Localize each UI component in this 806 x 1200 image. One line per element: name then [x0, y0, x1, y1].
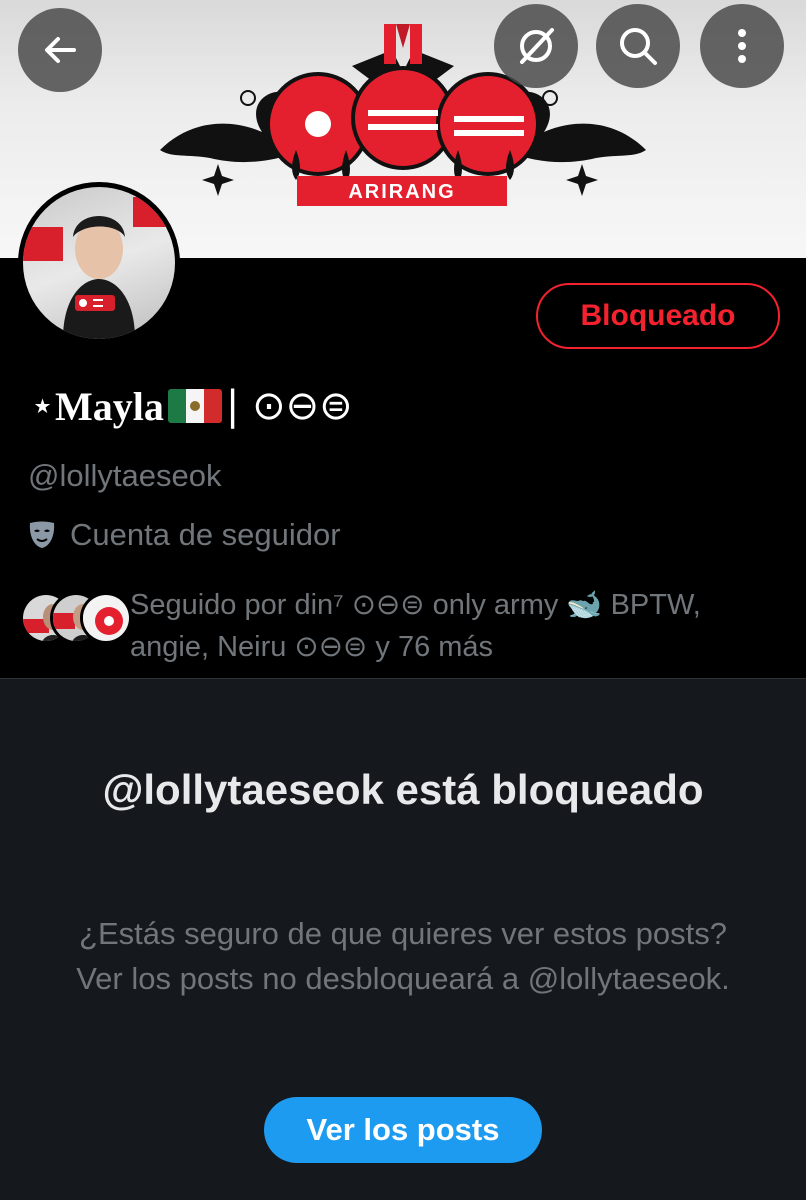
account-type[interactable]: Cuenta de seguidor [28, 517, 341, 553]
mexico-flag-icon [167, 389, 222, 423]
profile-handle: @lollytaeseok [28, 458, 222, 493]
grok-button[interactable] [494, 4, 578, 88]
follower-avatar [80, 592, 132, 644]
banner-logo-text: ARIRANG [348, 181, 455, 203]
mask-icon [28, 520, 56, 550]
name-suffix: | ⊙⊖⊜ [225, 383, 353, 429]
account-type-label: Cuenta de seguidor [70, 517, 341, 552]
name-text: Mayla [55, 383, 164, 429]
display-name: ⋆ Mayla | ⊙⊖⊜ [30, 382, 353, 430]
arrow-left-icon [45, 37, 76, 63]
followed-by[interactable]: Seguido por din⁷ ⊙⊖⊜ only army 🐋 BPTW, a… [20, 584, 780, 664]
more-options-button[interactable] [700, 4, 784, 88]
followed-by-text: Seguido por din⁷ ⊙⊖⊜ only army 🐋 BPTW, a… [130, 589, 701, 663]
grok-slash-icon [520, 28, 554, 64]
view-posts-button[interactable]: Ver los posts [264, 1097, 542, 1163]
avatar-image [23, 187, 175, 339]
back-button[interactable] [18, 8, 102, 92]
blocked-title: @lollytaeseok está bloqueado [102, 766, 704, 813]
more-vertical-icon [738, 29, 746, 63]
avatar[interactable] [18, 182, 180, 344]
blocked-notice-panel: @lollytaeseok está bloqueado ¿Estás segu… [0, 678, 806, 1200]
search-icon [620, 28, 657, 65]
blocked-description: ¿Estás seguro de que quieres ver estos p… [76, 916, 730, 996]
search-button[interactable] [596, 4, 680, 88]
name-prefix: ⋆ [30, 383, 56, 429]
blocked-button[interactable]: Bloqueado [536, 283, 780, 349]
